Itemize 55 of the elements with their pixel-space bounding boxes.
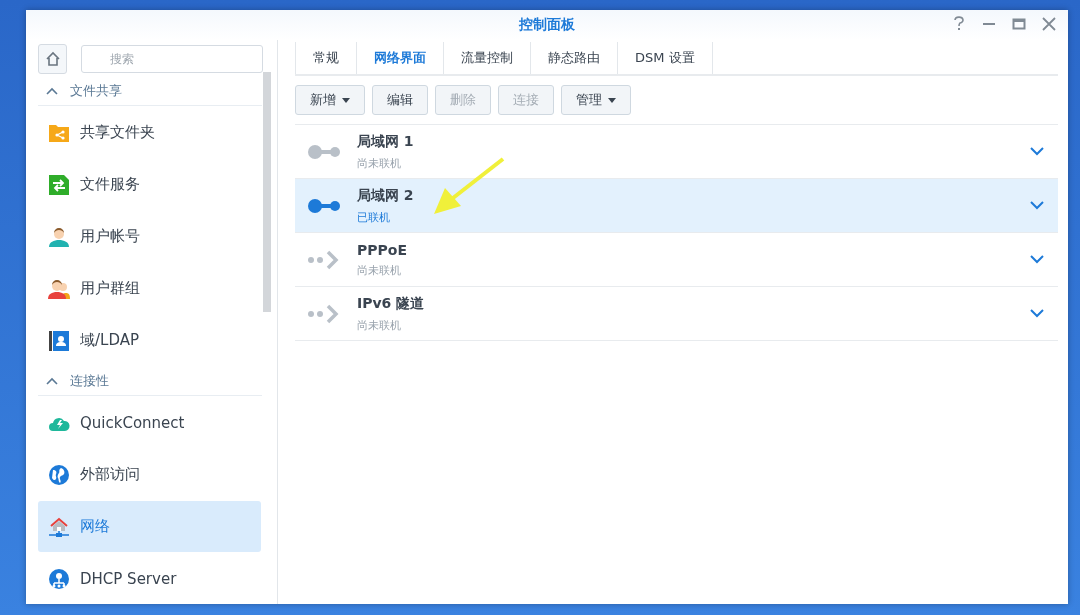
expand-chevron-icon[interactable] bbox=[1030, 309, 1044, 318]
section-header[interactable]: 文件共享 bbox=[38, 76, 262, 106]
toolbar-button[interactable]: 编辑 bbox=[372, 85, 428, 115]
scrollbar[interactable] bbox=[263, 72, 271, 312]
tab[interactable]: 网络界面 bbox=[356, 42, 443, 74]
globe-icon bbox=[48, 463, 70, 486]
sidebar-item[interactable]: QuickConnect bbox=[38, 397, 261, 448]
connection-icon bbox=[307, 196, 341, 215]
tunnel-icon bbox=[307, 248, 341, 271]
home-icon bbox=[44, 51, 61, 67]
connection-icon bbox=[307, 142, 341, 161]
tunnel-icon bbox=[307, 302, 341, 325]
help-icon[interactable] bbox=[952, 16, 966, 32]
directory-icon bbox=[48, 329, 70, 352]
interface-status: 尚未联机 bbox=[357, 317, 402, 333]
expand-chevron-icon[interactable] bbox=[1030, 255, 1044, 264]
toolbar-button[interactable]: 管理 bbox=[561, 85, 631, 115]
tab[interactable]: 常规 bbox=[295, 42, 356, 74]
chevron-icon bbox=[46, 86, 58, 95]
interface-name: 局域网 2 bbox=[357, 186, 415, 205]
sidebar-item[interactable]: 用户群组 bbox=[38, 263, 261, 314]
interface-row[interactable]: 局域网 2 已联机 bbox=[295, 179, 1058, 233]
expand-chevron-icon[interactable] bbox=[1030, 201, 1044, 210]
chevron-icon bbox=[46, 376, 58, 385]
section-header[interactable]: 连接性 bbox=[38, 366, 262, 396]
dhcp-icon bbox=[48, 567, 70, 590]
sidebar-item[interactable]: 域/LDAP bbox=[38, 315, 261, 366]
interface-name: IPv6 隧道 bbox=[357, 294, 426, 313]
expand-chevron-icon[interactable] bbox=[1030, 147, 1044, 156]
maximize-icon[interactable] bbox=[1012, 16, 1026, 32]
toolbar-button[interactable]: 新增 bbox=[295, 85, 365, 115]
sidebar-item[interactable]: 共享文件夹 bbox=[38, 107, 261, 158]
sidebar-item[interactable]: 网络 bbox=[38, 501, 261, 552]
interface-name: 局域网 1 bbox=[357, 132, 415, 151]
file-service-icon bbox=[48, 173, 70, 196]
caret-icon bbox=[608, 97, 616, 103]
window-title: 控制面板 bbox=[519, 16, 575, 34]
interface-status: 尚未联机 bbox=[357, 155, 402, 171]
user-group-icon bbox=[48, 277, 70, 300]
tab[interactable]: DSM 设置 bbox=[617, 42, 713, 74]
interface-status: 尚未联机 bbox=[357, 262, 402, 278]
sidebar-item[interactable]: 用户帐号 bbox=[38, 211, 261, 262]
house-network-icon bbox=[48, 515, 70, 538]
sidebar-item[interactable]: DHCP Server bbox=[38, 553, 261, 604]
sidebar-item[interactable]: 外部访问 bbox=[38, 449, 261, 500]
interface-status: 已联机 bbox=[357, 209, 391, 225]
user-icon bbox=[48, 225, 70, 248]
home-button[interactable] bbox=[38, 44, 67, 74]
search-field[interactable]: 搜索 bbox=[81, 45, 263, 73]
close-icon[interactable] bbox=[1042, 16, 1056, 32]
sidebar-item[interactable]: 文件服务 bbox=[38, 159, 261, 210]
tab[interactable]: 流量控制 bbox=[443, 42, 530, 74]
tab[interactable]: 静态路由 bbox=[530, 42, 617, 74]
caret-icon bbox=[342, 97, 350, 103]
interface-name: PPPoE bbox=[357, 241, 408, 258]
